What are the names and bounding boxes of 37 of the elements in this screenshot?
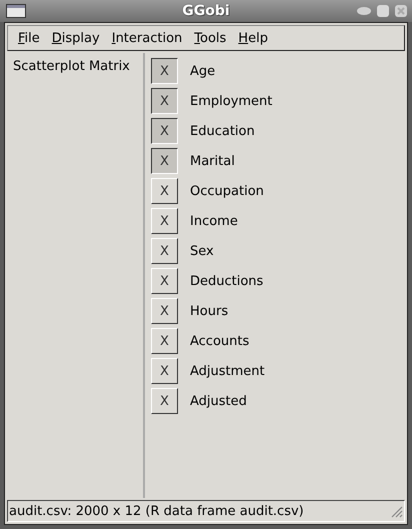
toggle-button[interactable]: X [151, 148, 178, 174]
toggle-button[interactable]: X [151, 238, 178, 264]
toggle-button[interactable]: X [151, 208, 178, 234]
sidebar-item[interactable]: Scatterplot Matrix [13, 59, 130, 74]
variable-label: Adjusted [190, 394, 247, 408]
menu-item[interactable]: Interaction [106, 30, 188, 46]
variable-label: Sex [190, 244, 214, 258]
toggle-button[interactable]: X [151, 178, 178, 204]
window-icon[interactable] [6, 4, 26, 18]
toggle-button[interactable]: X [151, 118, 178, 144]
variable-label: Employment [190, 94, 272, 108]
variable-label: Income [190, 214, 238, 228]
variable-label: Occupation [190, 184, 264, 198]
menu-item[interactable]: File [12, 30, 46, 46]
toggle-button[interactable]: X [151, 88, 178, 114]
close-icon[interactable] [394, 4, 408, 18]
toggle-button[interactable]: X [151, 328, 178, 354]
toggle-button[interactable]: X [151, 388, 178, 414]
menu-item[interactable]: Display [46, 30, 106, 46]
toggle-button[interactable]: X [151, 58, 178, 84]
variable-label: Education [190, 124, 255, 138]
menu-item[interactable]: Tools [188, 30, 232, 46]
variable-label: Hours [190, 304, 228, 318]
variable-label: Deductions [190, 274, 264, 288]
window-title: GGobi [182, 3, 230, 19]
variable-label: Marital [190, 154, 235, 168]
variable-label: Accounts [190, 334, 250, 348]
toggle-button[interactable]: X [151, 358, 178, 384]
shade-icon[interactable] [356, 5, 372, 17]
resize-grip-icon[interactable] [389, 504, 403, 518]
maximize-icon[interactable] [376, 4, 390, 18]
status-text: audit.csv: 2000 x 12 (R data frame audit.csv) [9, 504, 304, 518]
variable-label: Adjustment [190, 364, 265, 378]
toggle-button[interactable]: X [151, 268, 178, 294]
toggle-button[interactable]: X [151, 298, 178, 324]
variable-label: Age [190, 64, 216, 78]
menu-item[interactable]: Help [232, 30, 274, 46]
